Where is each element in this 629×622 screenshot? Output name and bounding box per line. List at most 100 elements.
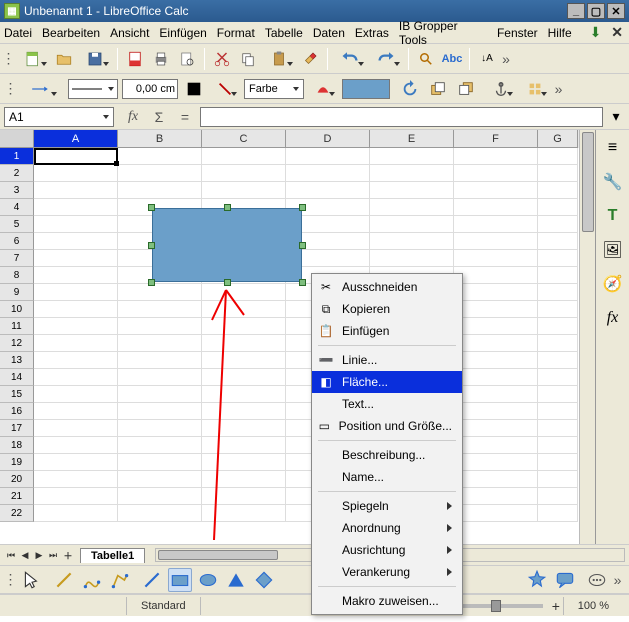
line-endcap-button[interactable] <box>20 77 60 101</box>
column-header-D[interactable]: D <box>286 130 370 148</box>
row-header[interactable]: 21 <box>0 488 34 505</box>
redo-button[interactable] <box>369 47 403 71</box>
row-header[interactable]: 14 <box>0 369 34 386</box>
cell[interactable] <box>202 403 286 420</box>
menu-file[interactable]: Datei <box>4 26 32 40</box>
row-header[interactable]: 5 <box>0 216 34 233</box>
row-header[interactable]: 20 <box>0 471 34 488</box>
cell[interactable] <box>454 505 538 522</box>
row-header[interactable]: 9 <box>0 284 34 301</box>
toolbar2-overflow-icon[interactable]: » <box>554 81 564 97</box>
row-header[interactable]: 8 <box>0 267 34 284</box>
maximize-button[interactable]: ▢ <box>587 3 605 19</box>
menu-help[interactable]: Hilfe <box>548 26 572 40</box>
minimize-button[interactable]: _ <box>567 3 585 19</box>
cell[interactable] <box>34 250 118 267</box>
ctx-align[interactable]: Ausrichtung <box>312 539 462 561</box>
cell[interactable] <box>454 216 538 233</box>
cell[interactable] <box>118 165 202 182</box>
ctx-position-size[interactable]: ▭ Position und Größe... <box>312 415 462 437</box>
save-button[interactable] <box>78 47 112 71</box>
row-header[interactable]: 22 <box>0 505 34 522</box>
cell[interactable] <box>370 233 454 250</box>
draw-line-button[interactable] <box>140 568 164 592</box>
tab-nav-last[interactable]: ⏭ <box>46 548 60 562</box>
cell[interactable] <box>34 182 118 199</box>
cell[interactable] <box>118 335 202 352</box>
star-tool-button[interactable] <box>525 568 549 592</box>
row-header[interactable]: 3 <box>0 182 34 199</box>
cell[interactable] <box>454 437 538 454</box>
cell[interactable] <box>538 437 578 454</box>
cell[interactable] <box>538 301 578 318</box>
row-header[interactable]: 2 <box>0 165 34 182</box>
cell[interactable] <box>34 318 118 335</box>
cell[interactable] <box>454 454 538 471</box>
cell[interactable] <box>538 233 578 250</box>
fill-color-dropdown[interactable] <box>308 77 338 101</box>
sidebar-menu-icon[interactable]: ≡ <box>601 136 625 160</box>
row-header[interactable]: 10 <box>0 301 34 318</box>
menu-extras[interactable]: Extras <box>355 26 389 40</box>
select-all-corner[interactable] <box>0 130 34 148</box>
ellipse-tool-button[interactable] <box>196 568 220 592</box>
cell[interactable] <box>34 454 118 471</box>
cell[interactable] <box>34 284 118 301</box>
cell[interactable] <box>118 420 202 437</box>
cell[interactable] <box>454 182 538 199</box>
tab-nav-prev[interactable]: ◀ <box>18 548 32 562</box>
cell-reference-input[interactable]: A1 <box>4 107 114 127</box>
row-header[interactable]: 6 <box>0 233 34 250</box>
cell[interactable] <box>34 471 118 488</box>
open-button[interactable] <box>52 47 76 71</box>
cell[interactable] <box>202 216 286 233</box>
cell[interactable] <box>538 454 578 471</box>
row-header[interactable]: 19 <box>0 454 34 471</box>
cell[interactable] <box>538 369 578 386</box>
ctx-flip[interactable]: Spiegeln <box>312 495 462 517</box>
cell[interactable] <box>34 369 118 386</box>
rectangle-tool-button[interactable] <box>168 568 192 592</box>
ctx-text[interactable]: Text... <box>312 393 462 415</box>
ctx-copy[interactable]: ⧉ Kopieren <box>312 298 462 320</box>
column-header-A[interactable]: A <box>34 130 118 148</box>
formula-input[interactable] <box>200 107 603 127</box>
cell[interactable] <box>118 488 202 505</box>
cell[interactable] <box>202 335 286 352</box>
sheet-tab[interactable]: Tabelle1 <box>80 548 145 563</box>
gallery-icon[interactable]: 🖼 <box>601 238 625 262</box>
column-header-F[interactable]: F <box>454 130 538 148</box>
cell[interactable] <box>538 182 578 199</box>
cell[interactable] <box>118 403 202 420</box>
cell[interactable] <box>34 301 118 318</box>
cell[interactable] <box>454 318 538 335</box>
cell[interactable] <box>286 165 370 182</box>
cell[interactable] <box>454 386 538 403</box>
curve-tool-button[interactable] <box>80 568 104 592</box>
cell[interactable] <box>286 233 370 250</box>
cell[interactable] <box>118 199 202 216</box>
ctx-line[interactable]: ➖ Linie... <box>312 349 462 371</box>
menu-ibgropper[interactable]: IB Gropper Tools <box>399 19 487 47</box>
cell[interactable] <box>286 199 370 216</box>
row-header[interactable]: 13 <box>0 352 34 369</box>
cell[interactable] <box>34 352 118 369</box>
cell[interactable] <box>118 454 202 471</box>
menu-view[interactable]: Ansicht <box>110 26 149 40</box>
ctx-area[interactable]: ◧ Fläche... <box>312 371 462 393</box>
cell[interactable] <box>454 335 538 352</box>
cell[interactable] <box>454 165 538 182</box>
row-header[interactable]: 17 <box>0 420 34 437</box>
fill-color-swatch[interactable] <box>342 79 390 99</box>
cell[interactable] <box>202 199 286 216</box>
cell[interactable] <box>454 199 538 216</box>
column-header-G[interactable]: G <box>538 130 578 148</box>
cell[interactable] <box>538 352 578 369</box>
cell[interactable] <box>454 148 538 165</box>
properties-icon[interactable]: 🔧 <box>601 170 625 194</box>
align-objects-button[interactable] <box>520 77 550 101</box>
styles-icon[interactable]: T <box>601 204 625 228</box>
cell[interactable] <box>538 403 578 420</box>
polygon-tool-button[interactable] <box>108 568 132 592</box>
new-doc-button[interactable] <box>16 47 50 71</box>
